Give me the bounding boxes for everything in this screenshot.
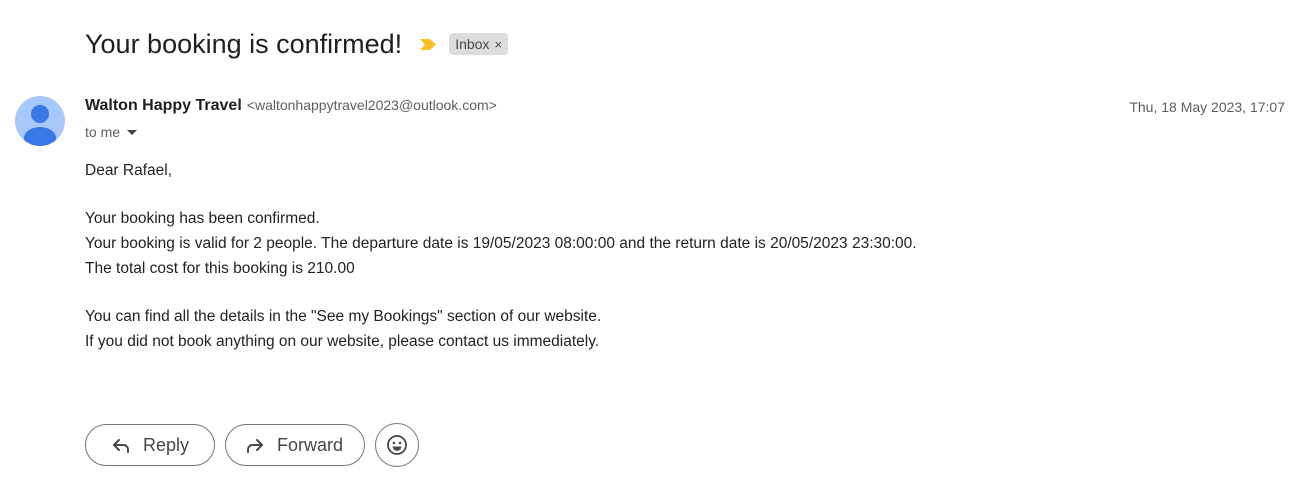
sender-avatar[interactable]: [15, 96, 65, 146]
importance-marker-icon[interactable]: [419, 37, 437, 51]
recipient-label: to me: [85, 124, 121, 140]
body-greeting: Dear Rafael,: [85, 162, 173, 179]
sender-name[interactable]: Walton Happy Travel: [85, 97, 242, 115]
email-view: Your booking is confirmed! Inbox × Walto…: [0, 0, 1295, 504]
sender-line: Walton Happy Travel <waltonhappytravel20…: [85, 97, 497, 115]
body-line: Your booking has been confirmed.: [85, 210, 320, 227]
email-body: Dear Rafael, Your booking has been confi…: [85, 158, 917, 354]
smiley-icon: [387, 435, 407, 455]
person-icon: [24, 105, 56, 146]
reply-arrow-icon: [110, 434, 132, 456]
body-line: Your booking is valid for 2 people. The …: [85, 235, 917, 252]
sender-email: <waltonhappytravel2023@outlook.com>: [246, 97, 497, 113]
remove-label-icon[interactable]: ×: [494, 37, 502, 52]
chevron-down-icon: [127, 129, 138, 135]
body-line: If you did not book anything on our webs…: [85, 333, 600, 350]
forward-label: Forward: [277, 434, 344, 455]
label-chip-text: Inbox: [455, 36, 490, 52]
body-line: The total cost for this booking is 210.0…: [85, 260, 355, 277]
message-actions: Reply Forward: [85, 423, 419, 467]
inbox-label-chip[interactable]: Inbox ×: [449, 33, 509, 55]
forward-button[interactable]: Forward: [225, 424, 365, 466]
email-date: Thu, 18 May 2023, 17:07: [1129, 99, 1285, 115]
forward-arrow-icon: [244, 434, 266, 456]
reply-label: Reply: [143, 434, 190, 455]
recipient-details-toggle[interactable]: to me: [85, 124, 138, 140]
body-line: You can find all the details in the "See…: [85, 308, 602, 325]
emoji-reaction-button[interactable]: [375, 423, 419, 467]
reply-button[interactable]: Reply: [85, 424, 215, 466]
subject-row: Your booking is confirmed! Inbox ×: [85, 26, 509, 62]
email-subject: Your booking is confirmed!: [85, 28, 403, 59]
